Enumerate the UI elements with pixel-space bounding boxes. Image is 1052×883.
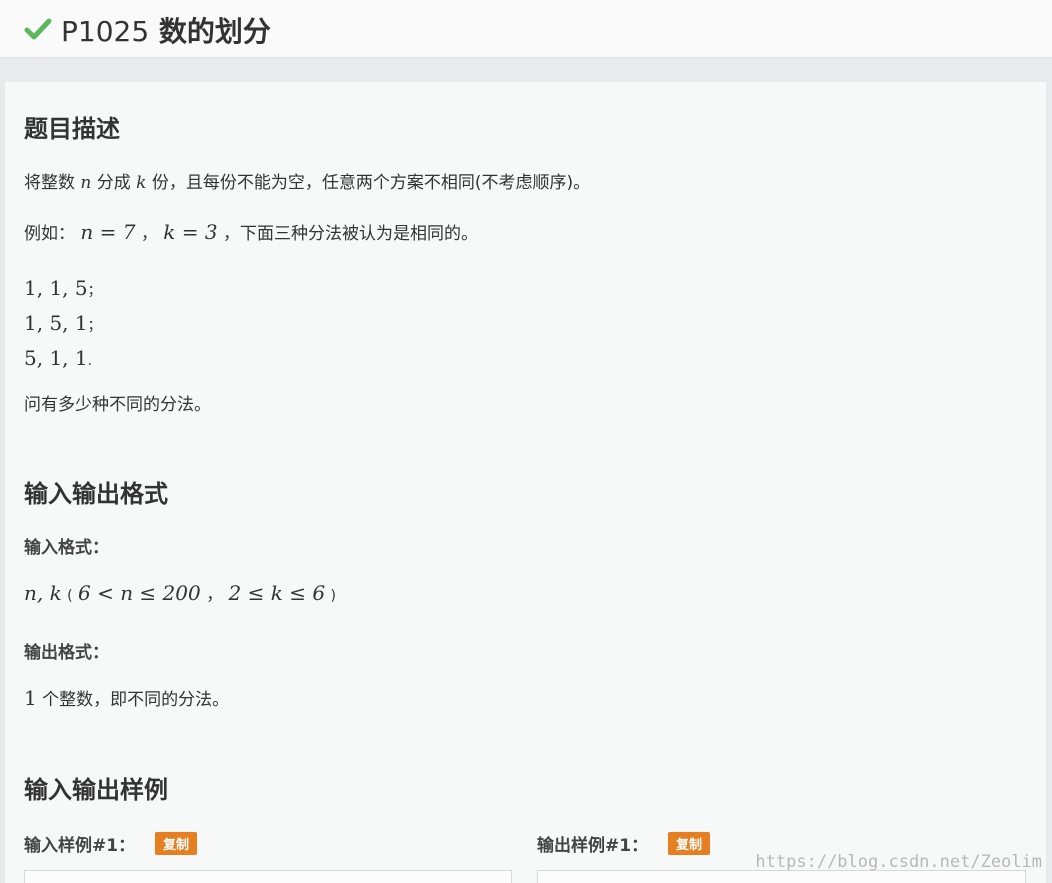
list-item: 1, 5, 1； [24,311,102,335]
example-eq-n: n = 7 [80,220,136,244]
description-heading: 题目描述 [24,115,120,143]
list-item: 1, 1, 5； [24,276,102,300]
output-format-label: 输出格式： [24,643,109,663]
var-k: k [136,173,147,193]
example-suffix: ，下面三种分法被认为是相同的。 [223,224,479,244]
sample-input-label: 输入样例#1： 复制 [24,831,198,856]
example-prefix: 例如： [24,224,75,244]
partition-list: 1, 1, 5； 1, 5, 1； 5, 1, 1. [24,272,102,377]
watermark: https://blog.csdn.net/Zeolim [755,852,1042,872]
problem-name: 数的划分 [158,15,271,48]
description-paragraph: 将整数 n 分成 k 份，且每份不能为空，任意两个方案不相同(不考虑顺序)。 [24,168,590,193]
problem-header: P1025 数的划分 [0,0,1052,58]
check-icon [24,18,52,40]
input-format-text: n, k ( 6 < n ≤ 200 ， 2 ≤ k ≤ 6 ) [24,581,336,605]
samples-heading: 输入输出样例 [24,776,168,804]
example-paragraph: 例如： n = 7 ， k = 3 ，下面三种分法被认为是相同的。 [24,219,478,244]
problem-card: 题目描述 将整数 n 分成 k 份，且每份不能为空，任意两个方案不相同(不考虑顺… [5,82,1046,883]
example-sep: ， [140,224,158,244]
list-item: 5, 1, 1. [24,346,93,370]
input-vars: n, k [24,581,62,605]
question-text: 问有多少种不同的分法。 [24,395,211,415]
desc-text-c: 份，且每份不能为空，任意两个方案不相同(不考虑顺序)。 [151,173,591,193]
output-format-text: 1 个整数，即不同的分法。 [24,686,230,710]
input-constraint-k: 2 ≤ k ≤ 6 [228,581,326,605]
desc-text-a: 将整数 [24,173,75,193]
problem-id: P1025 [61,15,150,48]
input-constraint-n: 6 < n ≤ 200 [78,581,201,605]
io-format-heading: 输入输出格式 [24,480,168,508]
sample-input-box[interactable] [24,870,512,883]
var-n: n [80,173,92,193]
sample-output-label: 输出样例#1： 复制 [537,831,711,856]
example-eq-k: k = 3 [163,220,218,244]
desc-text-b: 分成 [96,173,131,193]
output-count: 1 [24,686,37,710]
copy-output-button[interactable]: 复制 [668,832,711,855]
page-title: P1025 数的划分 [61,10,271,50]
input-format-label: 输入格式： [24,538,109,558]
copy-input-button[interactable]: 复制 [155,832,198,855]
